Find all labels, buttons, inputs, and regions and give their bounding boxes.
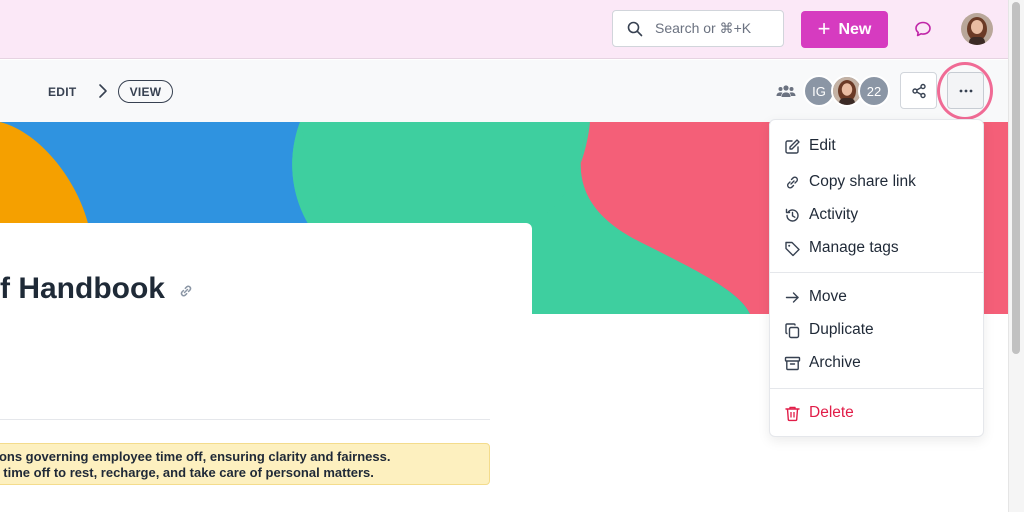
- menu-divider: [770, 388, 983, 389]
- plus-icon: +: [817, 15, 831, 41]
- avatar-photo-icon: [833, 77, 861, 105]
- history-icon: [785, 208, 799, 222]
- people-group-icon[interactable]: [776, 83, 796, 99]
- menu-item-label: Copy share link: [809, 173, 916, 190]
- menu-item-manage-tags[interactable]: Manage tags: [770, 234, 983, 262]
- chevron-right-icon: [99, 84, 107, 98]
- collaborator-count-badge[interactable]: 22: [858, 75, 890, 107]
- breadcrumb-view[interactable]: VIEW: [118, 80, 173, 103]
- page-title: f Handbook: [0, 272, 165, 305]
- content-divider: [0, 419, 490, 420]
- menu-item-archive[interactable]: Archive: [770, 349, 983, 377]
- share-button[interactable]: [900, 72, 937, 109]
- link-icon[interactable]: [178, 283, 194, 299]
- arrow-right-icon: [785, 291, 799, 303]
- menu-item-move[interactable]: Move: [770, 283, 983, 311]
- avatar-photo-icon: [961, 13, 993, 45]
- breadcrumb-edit[interactable]: EDIT: [48, 85, 77, 99]
- menu-item-label: Manage tags: [809, 239, 899, 256]
- menu-item-label: Archive: [809, 354, 861, 371]
- pencil-square-icon: [785, 138, 800, 154]
- menu-item-copy-share-link[interactable]: Copy share link: [770, 168, 983, 196]
- link-icon: [787, 176, 798, 188]
- menu-item-delete[interactable]: Delete: [770, 399, 983, 427]
- search-icon: [627, 21, 643, 36]
- trash-icon: [785, 406, 800, 421]
- duplicate-icon: [785, 322, 800, 338]
- callout-box: tions governing employee time off, ensur…: [0, 443, 490, 485]
- menu-item-label: Activity: [809, 206, 859, 223]
- callout-text-line-1: tions governing employee time off, ensur…: [0, 449, 391, 464]
- archive-icon: [784, 356, 801, 370]
- menu-item-label: Edit: [809, 137, 836, 154]
- menu-item-edit[interactable]: Edit: [770, 132, 983, 160]
- menu-item-duplicate[interactable]: Duplicate: [770, 316, 983, 344]
- menu-divider: [770, 272, 983, 273]
- highlight-ring-annotation: [937, 62, 993, 120]
- new-button[interactable]: + New: [801, 11, 888, 48]
- share-nodes-icon: [911, 83, 926, 98]
- search-box[interactable]: Search or ⌘+K: [612, 10, 784, 47]
- scrollbar-thumb[interactable]: [1012, 2, 1020, 354]
- menu-item-label: Delete: [809, 404, 854, 421]
- menu-item-label: Duplicate: [809, 321, 874, 338]
- callout-text-line-2: ir time off to rest, recharge, and take …: [0, 465, 374, 480]
- chat-bubble-icon[interactable]: [913, 19, 933, 39]
- more-options-menu: Edit Copy share link Activity Manage tag…: [769, 119, 984, 437]
- menu-item-activity[interactable]: Activity: [770, 201, 983, 229]
- search-placeholder: Search or ⌘+K: [655, 20, 752, 36]
- new-button-label: New: [838, 20, 872, 38]
- menu-item-label: Move: [809, 288, 847, 305]
- user-avatar[interactable]: [961, 13, 993, 45]
- tag-icon: [785, 241, 800, 256]
